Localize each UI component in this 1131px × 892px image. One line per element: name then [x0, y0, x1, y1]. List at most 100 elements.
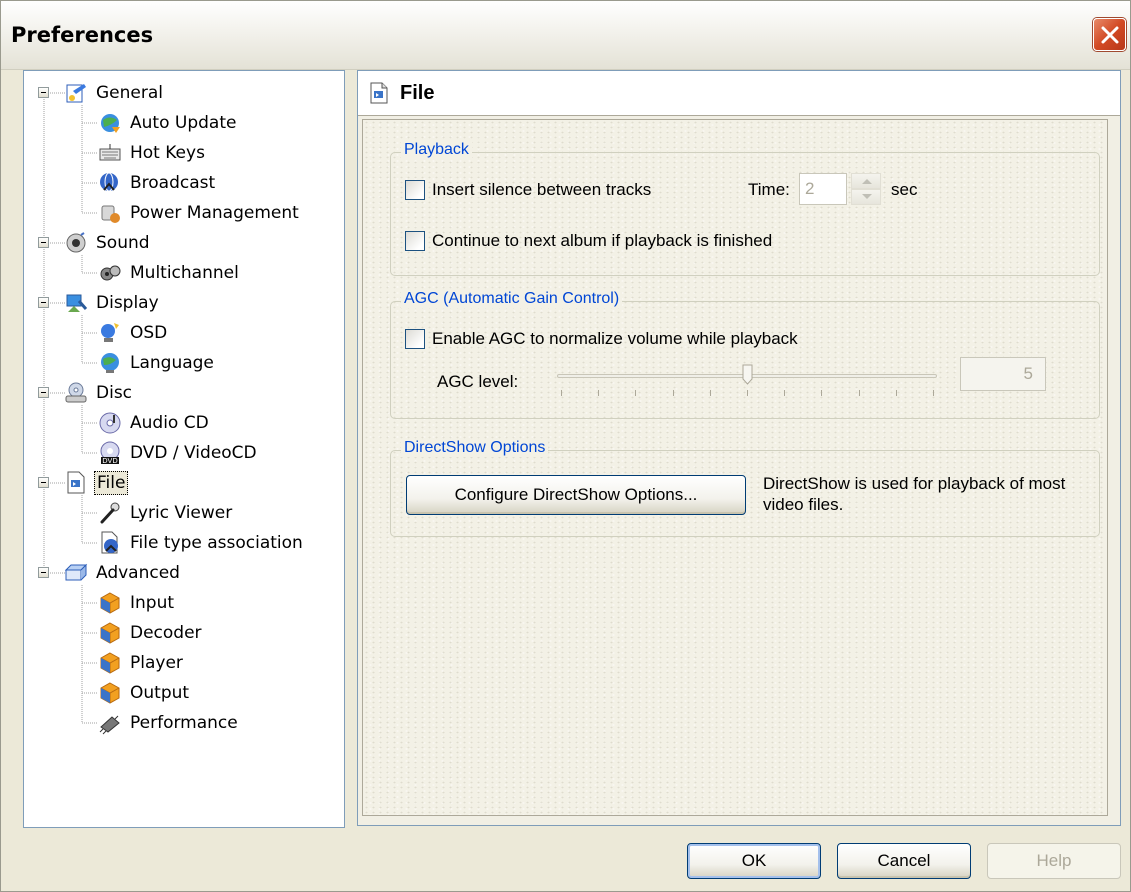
panel-header: File	[358, 71, 1120, 116]
file-association-icon	[98, 531, 122, 555]
enable-agc-label: Enable AGC to normalize volume while pla…	[432, 329, 798, 348]
agc-level-slider[interactable]	[557, 364, 937, 404]
osd-icon	[98, 321, 122, 345]
tree-item-language[interactable]: Language	[98, 348, 216, 378]
cancel-button[interactable]: Cancel	[837, 843, 971, 879]
tree-item-auto-update[interactable]: Auto Update	[98, 108, 238, 138]
monitor-icon	[64, 291, 88, 315]
tree-item-label: Performance	[130, 713, 238, 733]
tree-item-label: Sound	[96, 233, 150, 253]
tree-item-file[interactable]: File	[64, 468, 129, 498]
tree-item-display[interactable]: Display	[64, 288, 161, 318]
file-icon	[368, 82, 390, 109]
slider-tick	[821, 390, 823, 396]
tree-item-general[interactable]: General	[64, 78, 165, 108]
slider-tick	[784, 390, 786, 396]
spin-down-arrow-icon[interactable]	[851, 189, 881, 205]
file-icon	[64, 471, 88, 495]
ok-button[interactable]: OK	[687, 843, 821, 879]
tree-item-player[interactable]: Player	[98, 648, 185, 678]
settings-panel: File Playback Insert silence between tra…	[357, 70, 1121, 826]
time-input[interactable]: 2	[799, 173, 847, 205]
insert-silence-label: Insert silence between tracks	[432, 180, 652, 199]
tree-item-label: File type association	[130, 533, 303, 553]
time-unit: sec	[891, 180, 918, 199]
tree-item-label: Hot Keys	[130, 143, 205, 163]
category-tree[interactable]: General Auto Update Hot Keys Broadcast Power…	[23, 70, 345, 828]
collapse-toggle-icon[interactable]	[38, 297, 49, 308]
slider-tick	[895, 390, 897, 396]
spin-up-arrow-icon[interactable]	[851, 173, 881, 189]
configure-directshow-button[interactable]: Configure DirectShow Options...	[406, 475, 746, 515]
svg-text:DVD: DVD	[102, 457, 117, 465]
tree-item-performance[interactable]: Performance	[98, 708, 240, 738]
tree-item-input[interactable]: Input	[98, 588, 176, 618]
cube-icon	[98, 681, 122, 705]
slider-tick	[858, 390, 860, 396]
playback-group: Playback Insert silence between tracks T…	[390, 141, 1100, 276]
tree-item-dvd-videocd[interactable]: DVD DVD / VideoCD	[98, 438, 259, 468]
tree-item-label: Input	[130, 593, 175, 613]
time-spinner[interactable]	[851, 173, 881, 205]
power-plug-icon	[98, 201, 122, 225]
tree-item-multichannel[interactable]: Multichannel	[98, 258, 241, 288]
tree-item-disc[interactable]: Disc	[64, 378, 134, 408]
close-button[interactable]	[1093, 18, 1126, 51]
continue-album-checkbox[interactable]	[405, 231, 425, 251]
preferences-window: Preferences General Auto Update Hot Keys Br…	[0, 0, 1131, 892]
agc-level-label: AGC level:	[437, 372, 519, 391]
tree-item-label: Audio CD	[130, 413, 209, 433]
tree-item-file-type-association[interactable]: File type association	[98, 528, 305, 558]
cube-icon	[98, 651, 122, 675]
slider-tick	[561, 390, 562, 396]
help-button[interactable]: Help	[987, 843, 1121, 879]
enable-agc-checkbox[interactable]	[405, 329, 425, 349]
slider-tick	[598, 390, 600, 396]
collapse-toggle-icon[interactable]	[38, 477, 49, 488]
multichannel-speakers-icon	[98, 261, 122, 285]
collapse-toggle-icon[interactable]	[38, 387, 49, 398]
cube-icon	[98, 591, 122, 615]
panel-body: Playback Insert silence between tracks T…	[362, 119, 1108, 816]
time-label: Time:	[748, 180, 790, 199]
tree-item-label: Output	[130, 683, 190, 703]
continue-album-checkbox-row[interactable]: Continue to next album if playback is fi…	[405, 231, 772, 251]
tree-item-label: Disc	[96, 383, 133, 403]
disc-drive-icon	[64, 381, 88, 405]
collapse-toggle-icon[interactable]	[38, 237, 49, 248]
chip-icon	[98, 711, 122, 735]
speaker-icon	[64, 231, 88, 255]
tree-item-broadcast[interactable]: Broadcast	[98, 168, 217, 198]
window-title: Preferences	[11, 23, 154, 47]
slider-tick	[672, 390, 674, 396]
insert-silence-checkbox[interactable]	[405, 180, 425, 200]
tree-item-label: Decoder	[130, 623, 202, 643]
tree-item-label: General	[96, 83, 163, 103]
tree-item-output[interactable]: Output	[98, 678, 191, 708]
tree-item-advanced[interactable]: Advanced	[64, 558, 182, 588]
tree-item-label: Power Management	[130, 203, 299, 223]
tree-item-label: Broadcast	[130, 173, 216, 193]
tree-item-audio-cd[interactable]: Audio CD	[98, 408, 211, 438]
collapse-toggle-icon[interactable]	[38, 567, 49, 578]
collapse-toggle-icon[interactable]	[38, 87, 49, 98]
slider-tick	[709, 390, 711, 396]
tree-item-lyric-viewer[interactable]: Lyric Viewer	[98, 498, 234, 528]
playback-legend: Playback	[401, 141, 472, 159]
tree-item-osd[interactable]: OSD	[98, 318, 169, 348]
directshow-legend: DirectShow Options	[401, 439, 549, 457]
tree-item-sound[interactable]: Sound	[64, 228, 152, 258]
tree-item-label: Display	[96, 293, 159, 313]
slider-tick	[635, 390, 637, 396]
slider-thumb[interactable]	[742, 364, 753, 385]
globe-icon	[98, 351, 122, 375]
tree-item-hot-keys[interactable]: Hot Keys	[98, 138, 207, 168]
insert-silence-checkbox-row[interactable]: Insert silence between tracks	[405, 180, 651, 200]
tree-item-decoder[interactable]: Decoder	[98, 618, 204, 648]
enable-agc-checkbox-row[interactable]: Enable AGC to normalize volume while pla…	[405, 329, 798, 349]
cube-icon	[98, 621, 122, 645]
microphone-icon	[98, 501, 122, 525]
tree-item-power-management[interactable]: Power Management	[98, 198, 301, 228]
continue-album-label: Continue to next album if playback is fi…	[432, 231, 773, 250]
title-bar[interactable]: Preferences	[1, 1, 1130, 70]
